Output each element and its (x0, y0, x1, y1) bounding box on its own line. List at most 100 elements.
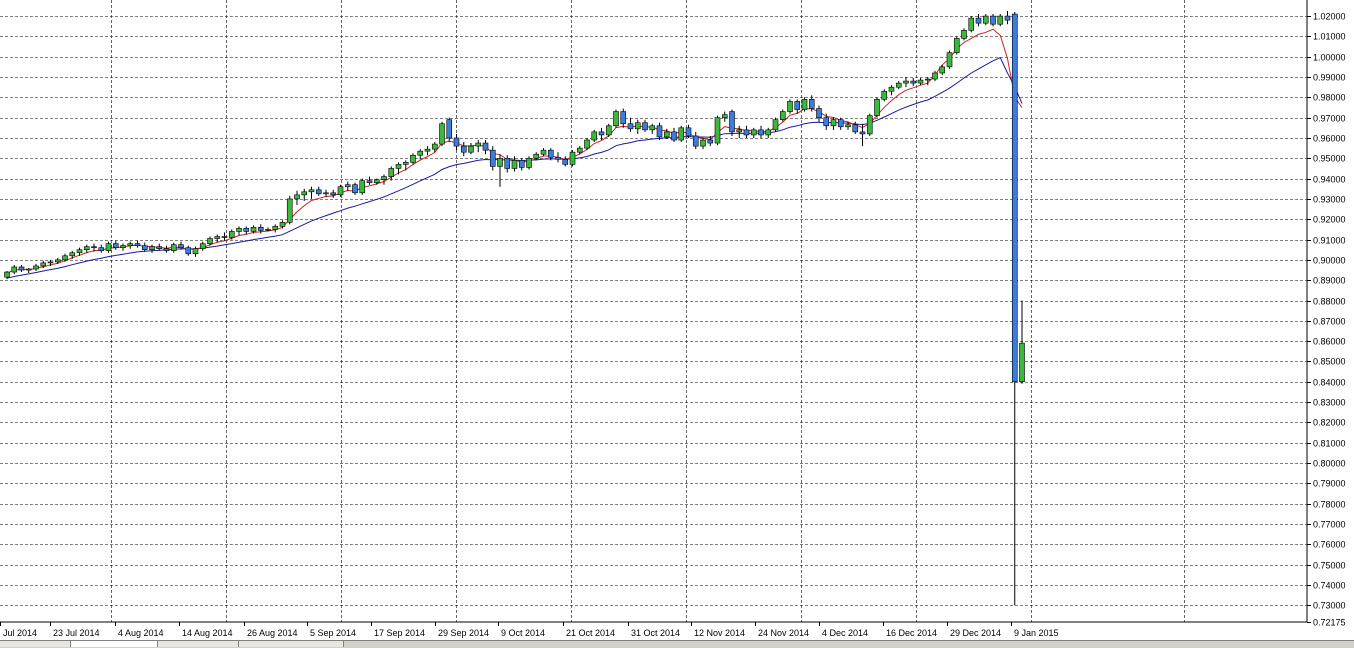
candle (591, 129, 598, 143)
price-tick-label: 0.79000 (1313, 479, 1346, 489)
candle-body (526, 157, 532, 168)
candle (613, 109, 619, 128)
candle (990, 14, 996, 27)
candle-body (576, 147, 583, 153)
candle-body (932, 72, 938, 80)
candle-body (605, 125, 612, 136)
candle-body (170, 244, 177, 252)
candle-body (308, 189, 315, 193)
candle (526, 156, 532, 170)
candle-body (98, 247, 105, 252)
price-tick-label: 0.95000 (1313, 154, 1346, 164)
candle-body (381, 176, 387, 180)
candle-body (613, 111, 619, 127)
date-tick-label: Jul 2014 (3, 628, 37, 638)
candle-body (460, 145, 467, 153)
chart-tab-active[interactable] (71, 641, 158, 647)
candle (352, 182, 358, 195)
date-tick-label: 29 Dec 2014 (950, 628, 1001, 638)
candle-body (808, 99, 815, 109)
candle-body (910, 80, 917, 84)
candle-body (750, 129, 757, 136)
candle-body (453, 137, 460, 147)
candle-body (946, 52, 953, 68)
date-tick-label: 4 Aug 2014 (118, 628, 164, 638)
candle-body (207, 238, 213, 244)
candle (584, 137, 590, 151)
price-tick-label: 0.74000 (1313, 581, 1346, 591)
price-tick-label: 0.80000 (1313, 459, 1346, 469)
candle-body (468, 145, 474, 153)
candle-body (758, 129, 764, 136)
candle-body (76, 249, 83, 254)
candle-body (199, 243, 206, 249)
candle-body (866, 115, 873, 135)
chart-tab[interactable] (239, 641, 344, 647)
price-tick-label: 0.99000 (1313, 73, 1346, 83)
candle-body (903, 80, 909, 84)
candle-body (671, 131, 677, 141)
candle-body (62, 255, 68, 261)
candle-body (265, 229, 271, 231)
chart-tab[interactable] (0, 641, 71, 647)
candle-body (54, 259, 61, 263)
candle (866, 113, 873, 136)
date-tick-label: 21 Oct 2014 (566, 628, 615, 638)
candle-body (743, 129, 750, 136)
price-tick-label: 0.78000 (1313, 500, 1346, 510)
candle-body (236, 228, 242, 232)
candle-body (685, 127, 692, 137)
chart-window[interactable]: 1.02000 1.01000 1.00000 0.99000 0.98000 0.970… (0, 0, 1354, 648)
candle-body (228, 231, 235, 238)
candle (678, 125, 685, 143)
candle-body (11, 266, 18, 273)
price-tick-label: 0.97000 (1313, 114, 1346, 124)
candle-body (47, 261, 54, 264)
candle-body (141, 245, 148, 251)
candle-body (446, 119, 453, 139)
candle (787, 99, 793, 114)
candle-body (286, 198, 293, 223)
candle (968, 16, 975, 33)
candle (772, 117, 779, 132)
candle-body (388, 168, 395, 177)
candle-body (163, 248, 170, 252)
price-tick-label: 0.93000 (1313, 195, 1346, 205)
candle-body (366, 180, 373, 183)
price-tick-label: 0.77000 (1313, 520, 1346, 530)
candle-body (504, 157, 511, 169)
candle-body (794, 101, 801, 110)
candle-body (489, 149, 496, 167)
price-tick-label: 0.76000 (1313, 540, 1346, 550)
candle-body (881, 90, 888, 100)
candle-body (323, 192, 329, 195)
candle-body (859, 131, 866, 135)
candle-body (279, 221, 286, 227)
candle-body (294, 194, 300, 200)
candle-body (721, 114, 728, 118)
price-tick-label: 0.83000 (1313, 398, 1346, 408)
price-tick-label: 0.85000 (1313, 357, 1346, 367)
candle (569, 150, 576, 167)
price-chart[interactable]: 1.02000 1.01000 1.00000 0.99000 0.98000 0.970… (0, 0, 1354, 640)
candle-body (555, 156, 561, 160)
price-tick-label: 1.01000 (1313, 32, 1346, 42)
date-tick-label: 24 Nov 2014 (758, 628, 809, 638)
date-tick-label: 16 Dec 2014 (886, 628, 937, 638)
candle-body (656, 125, 663, 138)
candle-body (663, 131, 670, 138)
candle (874, 97, 880, 118)
candle-body (178, 244, 184, 248)
candle-body (707, 139, 714, 144)
date-tick-label: 14 Aug 2014 (182, 628, 233, 638)
candle-body (185, 247, 192, 255)
candle-body (562, 159, 569, 165)
candle-body (939, 66, 946, 74)
candle-body (649, 125, 656, 131)
candle-body (344, 184, 351, 188)
candle-body (482, 142, 489, 151)
candle-body (120, 245, 126, 248)
chart-tab[interactable] (158, 641, 239, 647)
price-tick-label: 0.87000 (1313, 317, 1346, 327)
candle-body (105, 243, 112, 252)
